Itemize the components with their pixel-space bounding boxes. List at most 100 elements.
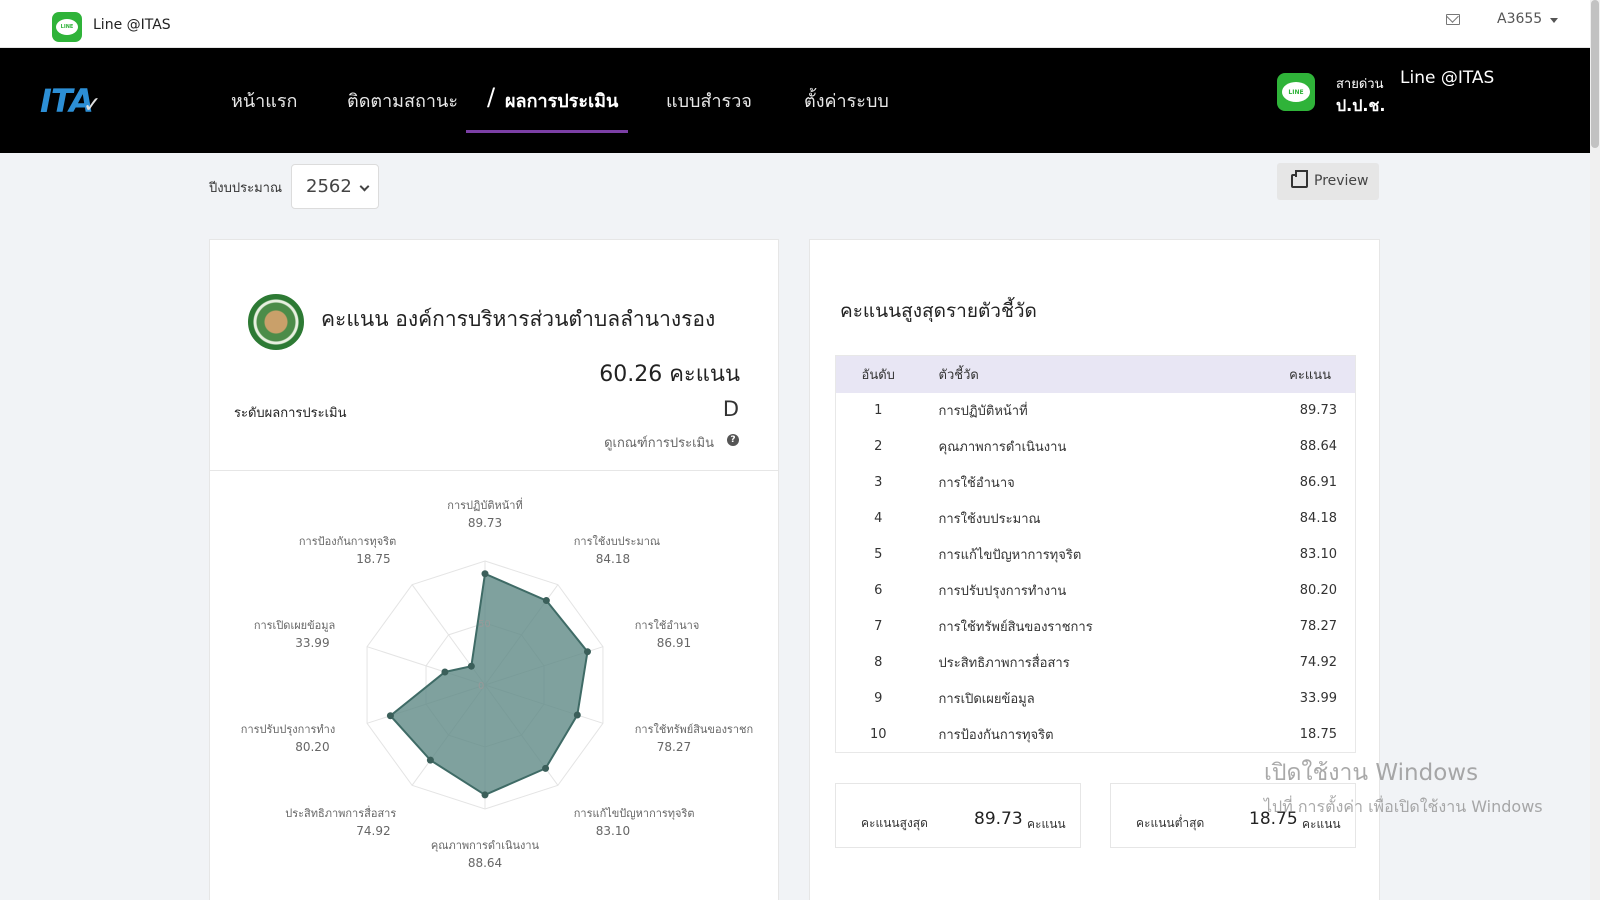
line-hotline-icon[interactable]: LINE: [1277, 73, 1315, 111]
table-row: 4 การใช้งบประมาณ 84.18: [836, 501, 1356, 537]
min-score-label: คะแนนต่ำสุด: [1136, 816, 1205, 830]
active-tab-indicator: [466, 130, 628, 133]
fiscal-year-label: ปีงบประมาณ: [209, 181, 282, 196]
rank-cell: 2: [874, 439, 883, 454]
nav-item-results[interactable]: ผลการประเมิน: [487, 83, 618, 115]
main-navbar: ITA✓ หน้าแรก ติดตามสถานะ ผลการประเมิน แบ…: [0, 48, 1590, 153]
score-cell: 74.92: [1299, 655, 1337, 670]
radar-value-label: 78.27: [657, 740, 691, 754]
ita-logo[interactable]: ITA✓: [40, 82, 101, 120]
radar-value-label: 83.10: [596, 824, 630, 838]
table-row: 2 คุณภาพการดำเนินงาน 88.64: [836, 429, 1356, 465]
hotline-org: ป.ป.ช.: [1336, 96, 1386, 115]
watermark-line-2: ไปที่ การตั้งค่า เพื่อเปิดใช้งาน Windows: [1264, 797, 1543, 816]
table-row: 5 การแก้ไขปัญหาการทุจริต 83.10: [836, 537, 1356, 573]
radar-point: [542, 764, 550, 772]
radar-axis-label: การแก้ไขปัญหาการทุจริต: [574, 807, 695, 820]
max-score-value: 89.73: [974, 809, 1023, 829]
criteria-link[interactable]: ดูเกณฑ์การประเมิน: [604, 432, 714, 453]
table-row: 6 การปรับปรุงการทำงาน 80.20: [836, 573, 1356, 609]
scrollbar-thumb[interactable]: [1591, 0, 1599, 148]
table-row: 9 การเปิดเผยข้อมูล 33.99: [836, 681, 1356, 717]
hotline-value[interactable]: Line @ITAS: [1400, 68, 1494, 88]
indicator-cell: ประสิทธิภาพการสื่อสาร: [938, 656, 1070, 671]
nav-item-tracking[interactable]: ติดตามสถานะ: [347, 86, 458, 115]
hotline-label: สายด่วน: [1336, 77, 1384, 92]
mail-icon[interactable]: [1446, 14, 1460, 25]
radar-point: [573, 711, 581, 719]
level-label: ระดับผลการประเมิน: [234, 406, 347, 421]
score-cell: 18.75: [1299, 726, 1337, 742]
scrollbar[interactable]: [1590, 0, 1600, 900]
score-cell: 33.99: [1299, 691, 1337, 706]
radar-chart: 0 50 การปฏิบัติหน้าที่ 89.73 การใช้งบประมาณ 8…: [241, 497, 753, 870]
score-cell: 80.20: [1299, 583, 1337, 598]
organization-seal-icon: [248, 294, 304, 350]
summary-card: คะแนน องค์การบริหารส่วนตำบลลำนางรอง 60.2…: [209, 239, 779, 900]
indicator-cell: การแก้ไขปัญหาการทุจริต: [938, 548, 1082, 563]
radar-axis-label: การปฏิบัติหน้าที่: [447, 497, 522, 512]
total-score: 60.26 คะแนน: [599, 362, 740, 387]
nav-item-home[interactable]: หน้าแรก: [231, 86, 297, 115]
top-bar: LINE Line @ITAS A3655: [0, 0, 1590, 48]
rank-cell: 5: [874, 547, 883, 562]
rank-cell: 7: [874, 619, 883, 634]
line-logo-text: LINE: [60, 24, 74, 30]
rank-cell: 1: [874, 403, 883, 418]
chevron-down-icon: [359, 181, 370, 192]
watermark-line-1: เปิดใช้งาน Windows: [1264, 760, 1479, 786]
nav-item-survey[interactable]: แบบสำรวจ: [666, 86, 752, 115]
radar-point: [386, 712, 394, 720]
radar-value-label: 80.20: [295, 740, 329, 754]
line-logo-icon: LINE: [52, 12, 82, 42]
nav-item-settings[interactable]: ตั้งค่าระบบ: [804, 86, 889, 115]
indicator-cell: การใช้งบประมาณ: [938, 512, 1041, 527]
preview-button[interactable]: Preview: [1277, 163, 1379, 200]
header-score: คะแนน: [1258, 355, 1356, 393]
caret-down-icon[interactable]: [1550, 18, 1558, 23]
radar-point: [481, 570, 489, 578]
header-rank: อันดับ: [835, 355, 939, 393]
radar-value-label: 88.64: [468, 856, 502, 870]
score-cell: 78.27: [1299, 619, 1337, 634]
indicator-cell: การป้องกันการทุจริต: [938, 727, 1054, 743]
table-row: 10 การป้องกันการทุจริต 18.75: [836, 717, 1356, 753]
radar-axis-label: การใช้อำนาจ: [635, 619, 700, 632]
max-score-label: คะแนนสูงสุด: [861, 816, 928, 830]
indicator-cell: คุณภาพการดำเนินงาน: [938, 440, 1067, 455]
rank-cell: 6: [874, 583, 883, 598]
radar-series-area: [388, 572, 589, 797]
radar-axis-label: คุณภาพการดำเนินงาน: [431, 839, 540, 852]
user-menu[interactable]: A3655: [1497, 11, 1542, 27]
max-score-unit: คะแนน: [1027, 817, 1066, 831]
radar-value-label: 84.18: [596, 552, 630, 566]
radar-point: [542, 597, 550, 605]
rank-cell: 3: [874, 475, 883, 490]
radar-point: [583, 648, 591, 656]
score-cell: 89.73: [1299, 403, 1337, 418]
radar-value-label: 86.91: [657, 636, 691, 650]
rank-cell: 9: [874, 691, 883, 706]
radar-axis-label: การปรับปรุงการทำง: [241, 723, 335, 736]
score-cell: 86.91: [1299, 475, 1337, 490]
radar-scale-tick: 0: [478, 681, 484, 692]
radar-axis-label: การใช้ทรัพย์สินของราชก: [635, 723, 753, 736]
table-row: 7 การใช้ทรัพย์สินของราชการ 78.27: [836, 609, 1356, 645]
fiscal-year-value: 2562: [306, 176, 352, 197]
preview-label: Preview: [1314, 173, 1369, 189]
rank-cell: 4: [874, 511, 883, 526]
rank-cell: 10: [869, 726, 887, 742]
windows-activation-watermark: เปิดใช้งาน Windows ไปที่ การตั้งค่า เพื่…: [1264, 755, 1543, 820]
app-name: Line @ITAS: [93, 17, 171, 33]
level-value: D: [722, 397, 739, 421]
header-indicator: ตัวชี้วัด: [938, 355, 1259, 393]
question-circle-icon[interactable]: ?: [727, 434, 739, 446]
fiscal-year-select[interactable]: 2562: [291, 164, 379, 209]
radar-axis-label: การใช้งบประมาณ: [574, 535, 660, 548]
table-header-row: อันดับ ตัวชี้วัด คะแนน: [835, 355, 1356, 393]
radar-point: [426, 756, 434, 764]
organization-title: คะแนน องค์การบริหารส่วนตำบลลำนางรอง: [321, 307, 716, 331]
line-hotline-logo-text: LINE: [1288, 88, 1304, 96]
radar-axis-label: การป้องกันการทุจริต: [299, 535, 396, 548]
table-row: 3 การใช้อำนาจ 86.91: [836, 465, 1356, 501]
